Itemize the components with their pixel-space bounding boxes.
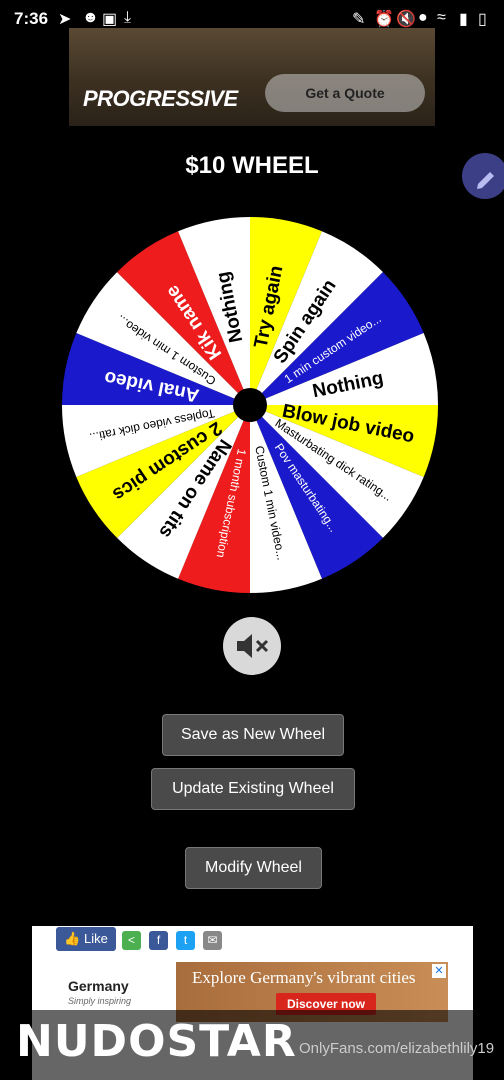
wifi-icon: ≈ (437, 9, 446, 26)
signal-icon: ▮ (459, 11, 468, 28)
watermark-bar: NUDOSTAR OnlyFans.com/elizabethlily19 (0, 1010, 504, 1080)
mute-toggle-button[interactable] (223, 617, 281, 675)
download-icon: ⤓ (124, 9, 132, 26)
ad-logo-sub: Simply inspiring (68, 996, 132, 1006)
edit-icon: ✎ (352, 11, 366, 28)
watermark-url: OnlyFans.com/elizabethlily19 (299, 1040, 495, 1057)
ad-logo-title: Germany (68, 978, 129, 994)
modify-wheel-button[interactable]: Modify Wheel (185, 847, 322, 889)
like-label: Like (83, 931, 108, 946)
speaker-muted-icon (237, 634, 269, 658)
twitter-icon[interactable]: t (176, 931, 195, 950)
ad-quote-button[interactable]: Get a Quote (265, 74, 425, 112)
edit-fab-button[interactable] (462, 153, 504, 199)
facebook-icon[interactable]: f (149, 931, 168, 950)
ad-close-icon[interactable]: ✕ (432, 964, 446, 978)
ad-brand: PROGRESSIVE (83, 86, 238, 111)
alarm-icon: ⏰ (374, 11, 394, 28)
ad-banner-progressive[interactable]: PROGRESSIVE Get a Quote (69, 28, 435, 126)
email-icon[interactable]: ✉ (203, 931, 222, 950)
incognito-icon: ☻ (82, 9, 99, 26)
location-icon: ● (418, 9, 428, 26)
pencil-icon (477, 172, 494, 189)
mute-icon: 🔇 (396, 11, 416, 28)
update-wheel-button[interactable]: Update Existing Wheel (151, 768, 355, 810)
share-icon[interactable]: < (122, 931, 141, 950)
battery-icon: ▯ (478, 11, 487, 28)
status-time: 7:36 (14, 9, 49, 28)
ad-headline: Explore Germany's vibrant cities (192, 968, 416, 987)
watermark-brand: NUDOSTAR (16, 1016, 297, 1067)
image-icon: ▣ (102, 11, 118, 28)
like-button[interactable]: 👍 Like (56, 927, 116, 951)
save-new-wheel-button[interactable]: Save as New Wheel (162, 714, 344, 756)
telegram-icon: ➤ (58, 11, 72, 28)
wheel-title: $10 WHEEL (185, 152, 319, 179)
prize-wheel[interactable]: Try againSpin again1 min custom video...… (60, 215, 440, 595)
wheel-hub (233, 388, 267, 422)
